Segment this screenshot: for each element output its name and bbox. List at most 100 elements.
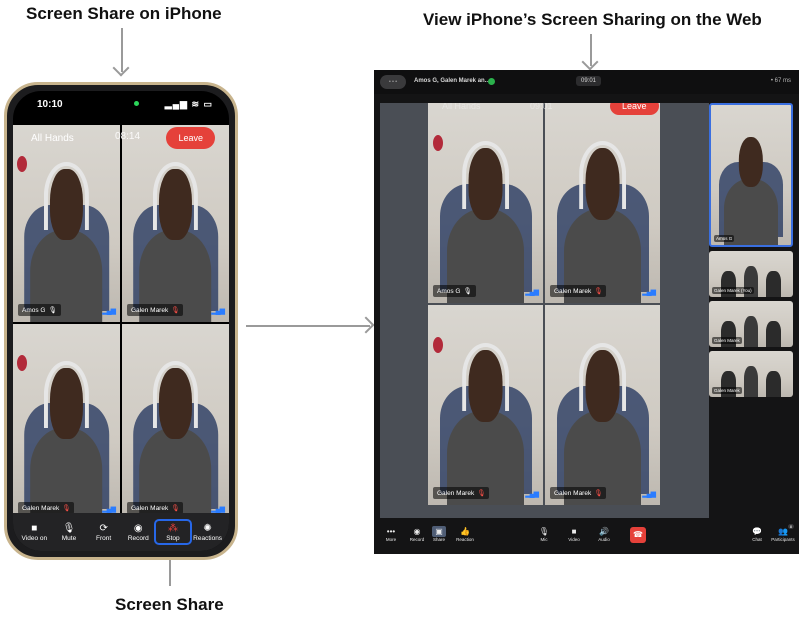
participant-tile[interactable]: Galen Marek 🎙 ▂▄▆ [122,125,229,322]
shared-participant-tile: Galen Marek 🎙 ▂▄▆ [428,305,543,505]
arrow-right [246,325,370,327]
camera-icon: ■ [571,527,577,536]
participants-icon: 👥 [778,527,788,536]
shared-participant-tile: Galen Marek 🎙 ▂▄▆ [545,103,660,303]
participant-name-tag: Galen Marek (You) [712,287,754,294]
participants-button[interactable]: 👥 Participants 8 [770,524,796,542]
reactions-icon: ✺ [203,523,212,534]
latency-stat: • 67 ms [770,78,791,84]
signal-icon: ▂▄▆ [102,506,116,513]
more-icon: ••• [386,527,396,536]
signal-icon: ▂▄▆ [525,289,539,296]
record-icon: ◉ [133,523,143,534]
front-camera-button[interactable]: ⟳ Front [88,522,120,542]
participant-tile[interactable]: Amos G 🎙 ▂▄▆ [13,125,120,322]
mic-muted-icon: 🎙 [62,505,71,512]
participant-sidebar: Amos G Galen Marek (You) Galen Marek Gal… [709,103,793,403]
video-button[interactable]: ■ Video [561,526,587,542]
chat-button[interactable]: 💬 Chat [744,526,770,542]
mic-muted-icon: 🎙 [171,505,180,512]
more-button[interactable]: ••• More [378,526,404,542]
speaker-icon: 🔊 [599,527,609,536]
arrow-down-right [590,34,592,66]
mic-muted-icon: 🎙 [171,306,180,314]
iphone-screen: 10:10 ▂▄▆ ≋ ▭ All Hands 08:14 Leave Amos… [13,91,229,551]
signal-icon: ▂▄▆ [102,307,116,315]
dynamic-island [95,95,157,113]
caption-screen-share: Screen Share [115,595,224,614]
reactions-button[interactable]: ✺ Reactions [192,522,224,542]
caption-view-on-web: View iPhone’s Screen Sharing on the Web [423,10,762,29]
signal-icon: ▂▄▆ [211,307,225,315]
side-participant-tile[interactable]: Galen Marek [709,301,793,347]
signal-icon: ▂▄▆ [642,491,656,498]
participant-tile[interactable]: Galen Marek 🎙 ▂▄▆ [13,323,120,520]
side-participant-tile[interactable]: Galen Marek [709,351,793,397]
mic-muted-icon: 🎙 [594,288,603,295]
screen-share-icon: ▣ [432,526,446,537]
reaction-button[interactable]: 👍 Reaction [452,526,478,542]
participant-name-tag: Galen Marek 🎙 [550,487,607,499]
call-controls: ■ Video on 🎙 Mute ⟳ Front ◉ Record ⁂ Stop ✺ Re… [13,513,229,551]
record-icon: ◉ [413,527,421,536]
participant-name-tag: Amos G [714,235,735,242]
camera-icon: ■ [31,523,38,534]
web-call-controls: ••• More ◉ Record ▣ Share 👍 Reaction 🎙 Mic ■ V… [374,520,799,554]
shared-meeting-timer: 09:01 [530,103,553,111]
iphone-frame: 10:10 ▂▄▆ ≋ ▭ All Hands 08:14 Leave Amos… [4,82,238,560]
stop-screen-share-button[interactable]: ⁂ Stop [153,519,192,545]
leave-call-button[interactable]: ☎ [630,527,646,543]
call-title: Amos G, Galen Marek an... [414,78,490,84]
mic-muted-icon: 🎙 [477,490,486,497]
meeting-name: All Hands [31,133,74,144]
signal-icon: ▂▄▆ [525,491,539,498]
shared-participant-grid: Amos G 🎙 ▂▄▆ Galen Marek 🎙 ▂▄▆ Galen Marek… [428,103,660,505]
video-on-button[interactable]: ■ Video on [18,522,50,542]
microphone-off-icon: 🎙 [538,527,550,536]
participant-grid: Amos G 🎙 ▂▄▆ Galen Marek 🎙 ▂▄▆ Galen Marek… [13,125,229,520]
participant-name-tag: Galen Marek [712,337,742,344]
mic-icon: 🎙 [463,288,472,295]
thumbs-up-icon: 👍 [460,527,470,536]
mic-button[interactable]: 🎙 Mic [531,526,557,542]
signal-icon: ▂▄▆ [642,289,656,296]
participant-name-tag: Amos G 🎙 [18,303,61,316]
side-participant-tile[interactable]: Amos G [709,103,793,247]
screen-share-icon: ⁂ [167,523,178,534]
arrow-down-left [121,28,123,72]
participant-count-badge: 8 [787,524,794,529]
participant-tile[interactable]: Galen Marek 🎙 ▂▄▆ [122,323,229,520]
side-participant-tile[interactable]: Galen Marek (You) [709,251,793,297]
web-call-window: • • • Amos G, Galen Marek an... 09:01 • … [374,70,799,554]
participant-name-tag: Galen Marek 🎙 [127,303,184,316]
shared-participant-tile: Amos G 🎙 ▂▄▆ [428,103,543,303]
participant-name-tag: Galen Marek 🎙 [433,487,490,499]
participant-name-tag: Galen Marek 🎙 [550,285,607,297]
share-button[interactable]: ▣ Share [426,526,452,542]
shared-screen: All Hands 09:01 Leave Amos G 🎙 ▂▄▆ Galen … [380,103,709,518]
chat-icon: 💬 [752,527,762,536]
call-timer: 09:01 [576,76,602,86]
meeting-timer: 08:14 [115,131,141,142]
mic-icon: 🎙 [48,306,57,314]
status-time: 10:10 [37,99,63,110]
shared-participant-tile: Galen Marek 🎙 ▂▄▆ [545,305,660,505]
mute-button[interactable]: 🎙 Mute [53,522,85,542]
flip-camera-icon: ⟳ [99,523,108,534]
status-icons: ▂▄▆ ≋ ▭ [164,99,213,109]
secure-icon [488,78,495,85]
participant-name-tag: Galen Marek [712,387,742,394]
window-controls[interactable]: • • • [380,75,406,89]
mic-muted-icon: 🎙 [594,490,603,497]
caption-screen-share-on-iphone: Screen Share on iPhone [26,4,222,23]
record-button[interactable]: ◉ Record [122,522,154,542]
shared-leave-button: Leave [610,103,659,115]
microphone-icon: 🎙 [62,523,76,534]
web-top-bar: • • • Amos G, Galen Marek an... 09:01 • … [374,70,799,94]
hang-up-icon: ☎ [633,530,643,539]
status-bar: 10:10 ▂▄▆ ≋ ▭ [13,91,229,121]
shared-meeting-name: All Hands [442,103,481,111]
participant-name-tag: Amos G 🎙 [433,285,476,297]
audio-button[interactable]: 🔊 Audio [591,526,617,542]
leave-button[interactable]: Leave [166,127,215,149]
